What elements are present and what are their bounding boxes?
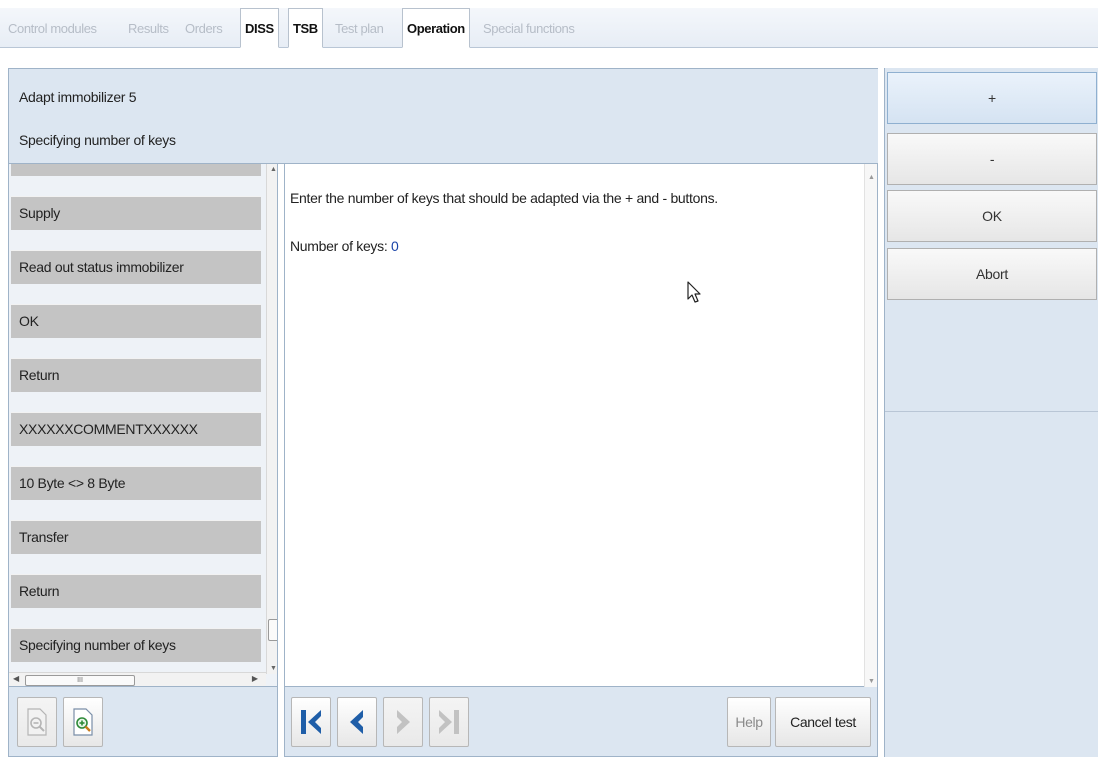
step-item[interactable]: OK: [11, 304, 261, 338]
step-item[interactable]: Transfer: [11, 520, 261, 554]
mouse-pointer-icon: [687, 281, 701, 303]
scroll-up-arrow-icon[interactable]: ▲: [868, 174, 875, 181]
last-step-button[interactable]: [429, 697, 469, 747]
panel-divider: [885, 411, 1098, 412]
scroll-down-arrow-icon[interactable]: ▼: [270, 665, 277, 672]
instruction-panel-scrollbar[interactable]: ▲ ▼: [864, 164, 877, 687]
scrollbar-thumb[interactable]: [268, 619, 277, 641]
scroll-up-arrow-icon[interactable]: ▲: [270, 166, 277, 173]
tab-results[interactable]: Results: [123, 8, 174, 48]
tab-orders[interactable]: Orders: [180, 8, 227, 48]
skip-to-first-icon: [301, 710, 321, 734]
first-step-button[interactable]: [291, 697, 331, 747]
number-of-keys-label: Number of keys:: [290, 238, 392, 254]
step-item[interactable]: Supply: [11, 196, 261, 230]
help-button[interactable]: Help: [727, 697, 771, 747]
instruction-panel: Enter the number of keys that should be …: [284, 164, 878, 687]
step-item[interactable]: XXXXXXCOMMENTXXXXXX: [11, 412, 261, 446]
instruction-text: Enter the number of keys that should be …: [290, 190, 718, 206]
tab-operation[interactable]: Operation: [402, 8, 470, 48]
scroll-right-arrow-icon[interactable]: ▶: [252, 674, 258, 683]
tab-test-plan[interactable]: Test plan: [330, 8, 388, 48]
tab-tsb[interactable]: TSB: [288, 8, 323, 48]
tab-special-functions[interactable]: Special functions: [478, 8, 579, 48]
step-item[interactable]: Read out status immobilizer: [11, 250, 261, 284]
step-item[interactable]: 10 Byte <> 8 Byte: [11, 466, 261, 500]
step-item-current[interactable]: Specifying number of keys: [11, 628, 261, 662]
number-of-keys-readout: Number of keys: 0: [290, 238, 399, 254]
action-panel: + - OK Abort: [884, 68, 1098, 757]
cancel-test-button[interactable]: Cancel test: [775, 697, 871, 747]
next-step-button[interactable]: [383, 697, 423, 747]
chevron-left-icon: [350, 710, 363, 734]
operation-title: Adapt immobilizer 5: [19, 89, 137, 105]
step-list-vertical-scrollbar[interactable]: ▲ ▼: [266, 164, 277, 674]
tab-diss[interactable]: DISS: [240, 8, 279, 48]
abort-button[interactable]: Abort: [887, 248, 1097, 300]
scroll-left-arrow-icon[interactable]: ◀: [13, 674, 19, 683]
tab-bar: Control modules Results Orders DISS TSB …: [0, 8, 1098, 48]
zoom-in-document-icon: [73, 708, 93, 736]
step-list-horizontal-scrollbar[interactable]: ◀ III ▶: [9, 672, 266, 686]
decrease-keys-button[interactable]: -: [887, 133, 1097, 185]
previous-step-button[interactable]: [337, 697, 377, 747]
step-list-toolbar: [8, 687, 278, 757]
skip-to-last-icon: [439, 710, 459, 734]
zoom-out-document-button[interactable]: [17, 697, 57, 747]
scrollbar-grip: III: [77, 677, 83, 684]
zoom-in-document-button[interactable]: [63, 697, 103, 747]
zoom-out-document-icon: [27, 708, 47, 736]
step-list: Return Supply Read out status immobilize…: [8, 164, 278, 687]
increase-keys-button[interactable]: +: [887, 72, 1097, 124]
step-item[interactable]: Return: [11, 164, 261, 176]
number-of-keys-value: 0: [391, 238, 399, 254]
scrollbar-thumb[interactable]: III: [25, 675, 135, 686]
tab-control-modules[interactable]: Control modules: [3, 8, 102, 48]
operation-header: Adapt immobilizer 5 Specifying number of…: [8, 68, 878, 164]
chevron-right-icon: [397, 710, 410, 734]
operation-subtitle: Specifying number of keys: [19, 132, 176, 148]
step-item[interactable]: Return: [11, 574, 261, 608]
navigation-toolbar: Help Cancel test: [284, 687, 878, 757]
step-item[interactable]: Return: [11, 358, 261, 392]
scroll-down-arrow-icon[interactable]: ▼: [868, 678, 875, 685]
ok-button[interactable]: OK: [887, 190, 1097, 242]
